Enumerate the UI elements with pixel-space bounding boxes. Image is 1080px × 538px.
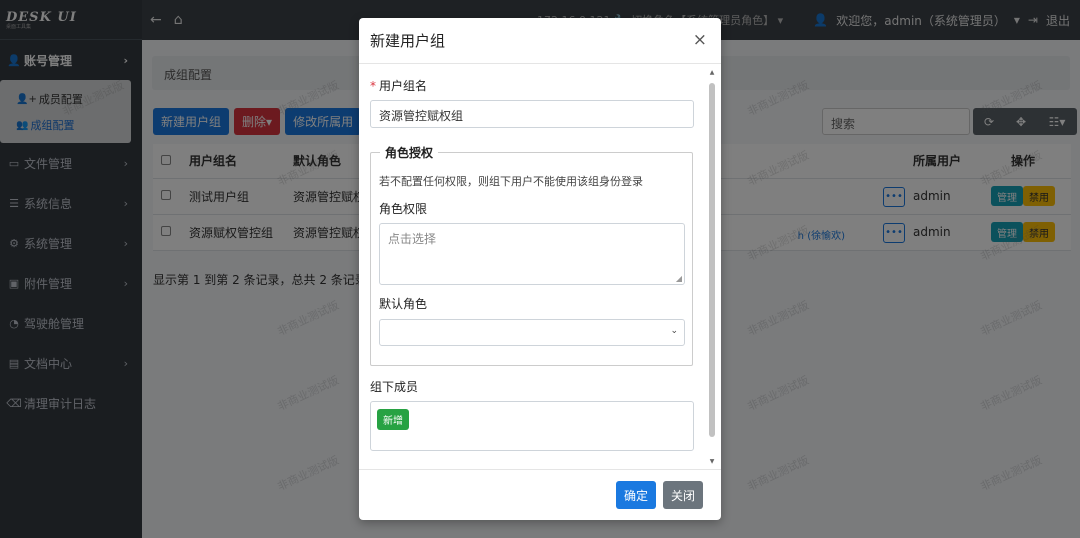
close-button[interactable]: 关闭: [663, 481, 704, 509]
modal-body: * 用户组名 资源管控赋权组 角色授权 若不配置任何权限，则组下用户不能使用该组身…: [359, 65, 721, 465]
chevron-down-icon: ⌄: [670, 326, 678, 336]
textarea-placeholder: 点击选择: [388, 232, 437, 246]
required-marker: *: [370, 79, 376, 93]
modal-footer: 确定 关闭: [359, 469, 721, 520]
modal-header: 新建用户组 ×: [359, 18, 721, 64]
add-member-button[interactable]: 新增: [377, 409, 409, 430]
label-text: 用户组名: [379, 79, 428, 93]
group-name-input[interactable]: 资源管控赋权组: [370, 100, 694, 128]
modal-title: 新建用户组: [370, 32, 446, 50]
resize-grip-icon[interactable]: ◢: [676, 274, 682, 283]
modal-scrollbar[interactable]: ▲ ▼: [708, 69, 716, 465]
role-authorization-legend: 角色授权: [380, 144, 439, 161]
members-label: 组下成员: [370, 380, 419, 394]
default-role-select[interactable]: ⌄: [379, 319, 685, 346]
scroll-thumb[interactable]: [709, 83, 715, 437]
scroll-up-icon[interactable]: ▲: [708, 69, 716, 76]
permission-hint: 若不配置任何权限，则组下用户不能使用该组身份登录: [379, 175, 643, 188]
scroll-down-icon[interactable]: ▼: [708, 458, 716, 465]
create-group-modal: 新建用户组 × * 用户组名 资源管控赋权组 角色授权 若不配置任何权限，则组下用…: [359, 18, 721, 520]
confirm-button[interactable]: 确定: [616, 481, 657, 509]
default-role-label: 默认角色: [379, 297, 428, 311]
group-name-label: * 用户组名: [370, 77, 427, 94]
close-icon[interactable]: ×: [693, 30, 707, 50]
role-permission-label: 角色权限: [379, 202, 428, 216]
members-box: 新增: [370, 401, 694, 451]
role-permission-textarea[interactable]: 点击选择 ◢: [379, 223, 685, 285]
